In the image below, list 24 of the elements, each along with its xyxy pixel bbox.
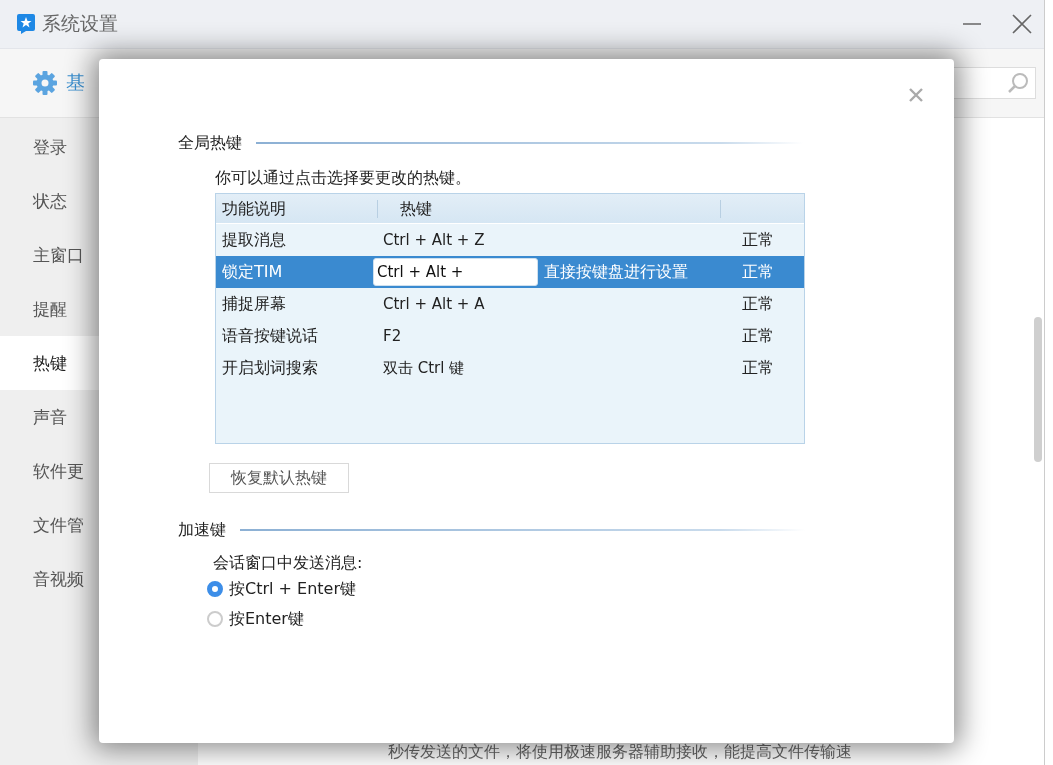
status-cell: 正常 <box>742 357 774 377</box>
function-cell: 锁定TIM <box>222 261 283 281</box>
status-cell: 正常 <box>742 293 774 313</box>
status-cell: 正常 <box>742 261 774 281</box>
status-cell: 正常 <box>742 229 774 249</box>
column-header: 热键 <box>378 199 721 218</box>
info-text: 秒传发送的文件，将使用极速服务器辅助接收，能提高文件传输速 <box>388 742 852 763</box>
description-text: 你可以通过点击选择要更改的热键。 <box>215 168 471 187</box>
function-cell: 捕捉屏幕 <box>222 293 286 313</box>
status-cell: 正常 <box>742 325 774 345</box>
column-header: 功能说明 <box>216 199 378 218</box>
window-title: 系统设置 <box>42 11 119 36</box>
hotkey-cell: F2 <box>383 327 402 345</box>
function-cell: 提取消息 <box>222 229 286 249</box>
function-cell: 语音按键说话 <box>222 325 318 345</box>
hotkey-cell: 双击 Ctrl 键 <box>383 358 465 378</box>
function-cell: 开启划词搜索 <box>222 357 318 377</box>
section-title: 全局热键 <box>178 132 242 154</box>
hint-text: 直接按键盘进行设置 <box>544 261 688 283</box>
section-heading: 基 <box>66 70 85 95</box>
section-title: 加速键 <box>178 519 226 541</box>
hotkey-cell: Ctrl + Alt + Z <box>383 231 485 249</box>
hotkey-cell: Ctrl + Alt + A <box>383 295 485 313</box>
option-label: 会话窗口中发送消息: <box>213 553 363 572</box>
